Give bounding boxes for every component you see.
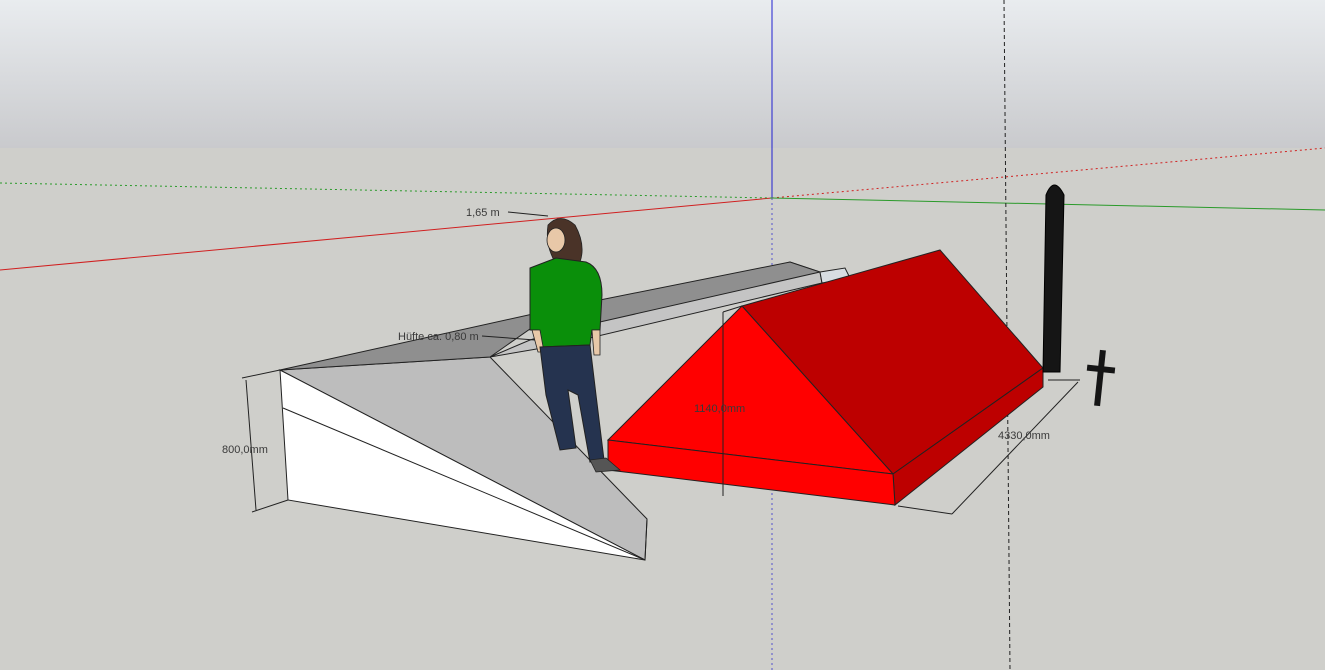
person-face [546, 227, 566, 253]
roof-height-label: 1140,0mm [694, 403, 745, 415]
3d-model-canvas[interactable]: 800,0mm 1140,0mm 4330,0mm 1,65 m Hüfte c… [0, 0, 1325, 670]
person-height-label: 1,65 m [466, 207, 500, 219]
ramp-height-label: 800,0mm [222, 444, 268, 456]
black-pillar[interactable] [1042, 184, 1065, 373]
hip-height-label: Hüfte ca. 0,80 m [398, 331, 479, 343]
roof-length-label: 4330,0mm [998, 430, 1050, 442]
sketchup-viewport[interactable]: 800,0mm 1140,0mm 4330,0mm 1,65 m Hüfte c… [0, 0, 1325, 670]
sky [0, 0, 1325, 148]
